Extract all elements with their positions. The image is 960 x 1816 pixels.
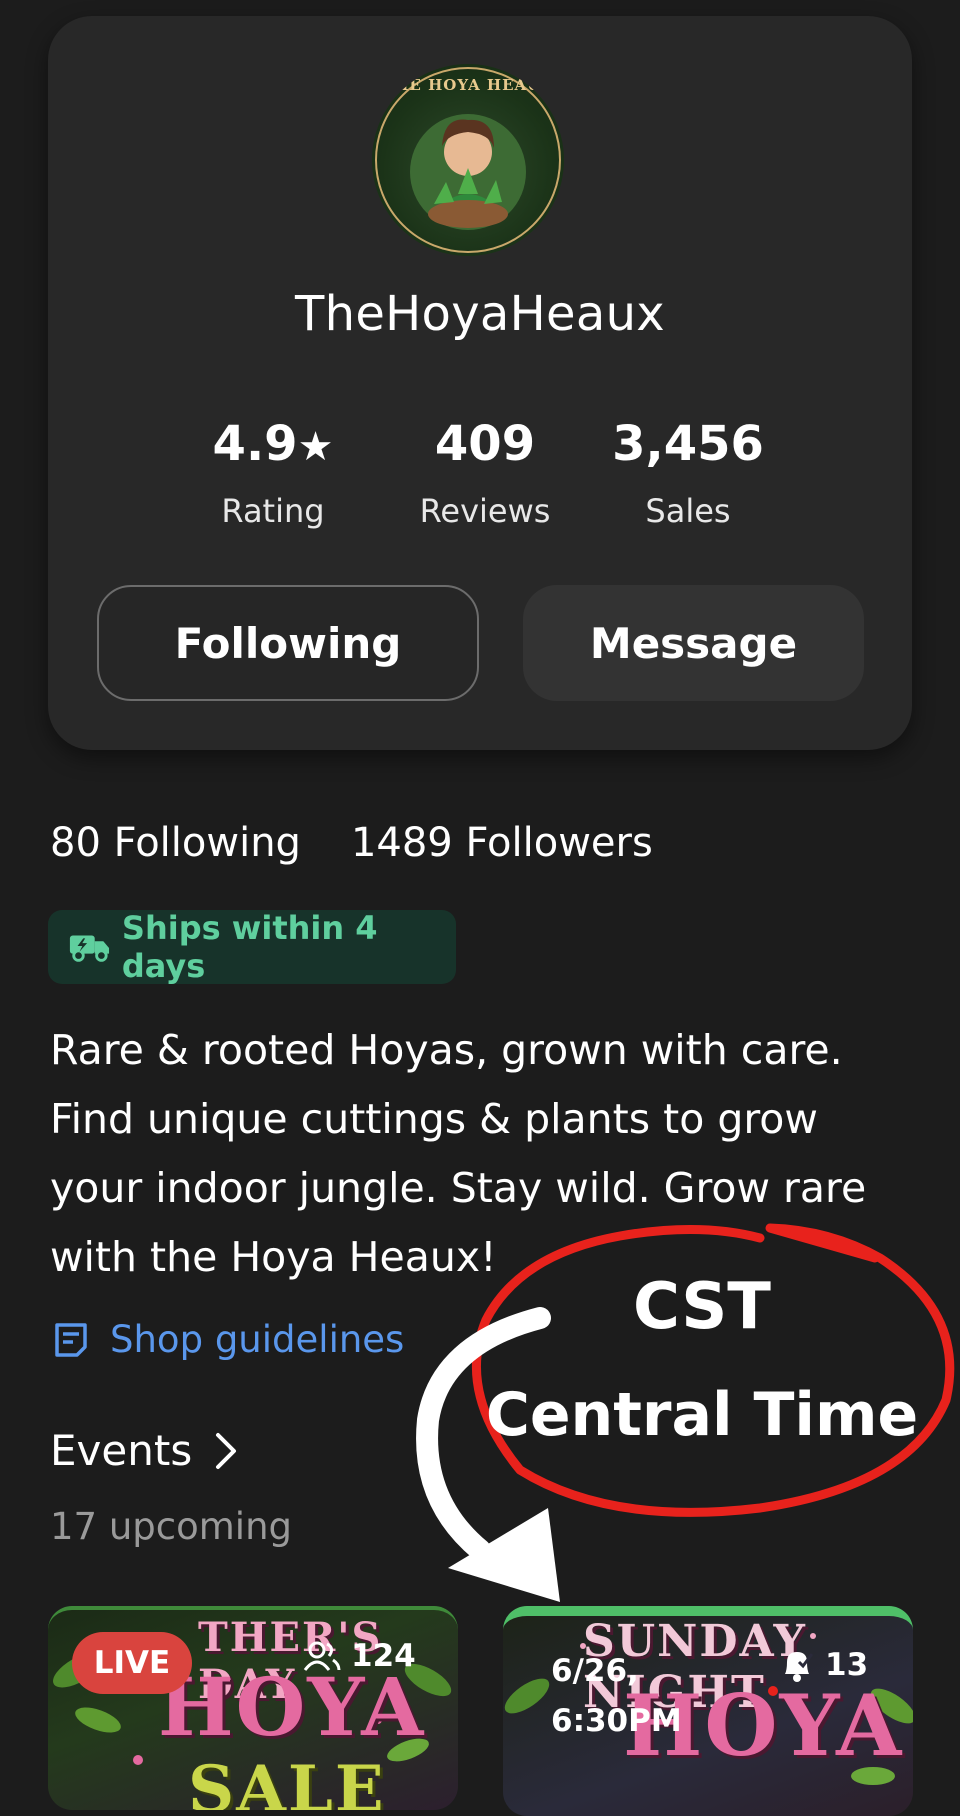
rating-label: Rating — [221, 492, 325, 530]
annotation-central-time: Central Time — [485, 1380, 919, 1450]
shipping-badge-label: Ships within 4 days — [121, 909, 378, 985]
message-button[interactable]: Message — [523, 585, 864, 701]
bio-line: Find unique cuttings & plants to grow — [50, 1095, 818, 1143]
bio-line: your indoor jungle. Stay wild. Grow rare — [50, 1164, 867, 1212]
sales-label: Sales — [645, 492, 731, 530]
following-button[interactable]: Following — [97, 585, 479, 701]
people-icon — [303, 1641, 341, 1671]
following-count-link[interactable]: 80 Following — [50, 820, 301, 866]
avatar-logo-text: THE HOYA HEAUX — [382, 76, 554, 94]
event-card-live[interactable]: THER'S DAY HOYA SALE LIVE 124 — [48, 1606, 458, 1810]
rating-value-row: 4.9★ — [198, 420, 348, 468]
event-card-upcoming[interactable]: SUNDAY NIGHT HOYA 6/26, 6:30PM 13 — [503, 1606, 913, 1816]
sales-value: 3,456 — [612, 416, 764, 472]
event-time: 6:30PM — [551, 1703, 682, 1739]
reminder-count[interactable]: 13 — [779, 1646, 868, 1684]
shipping-badge: Ships within 4 days — [48, 909, 456, 985]
annotation-cst: CST — [633, 1270, 771, 1344]
rating-value: 4.9 — [212, 416, 298, 472]
bio-line: Rare & rooted Hoyas, grown with care. — [50, 1026, 843, 1074]
events-header[interactable]: Events — [50, 1426, 240, 1475]
reminder-count-value: 13 — [825, 1647, 869, 1683]
star-icon: ★ — [297, 424, 334, 470]
event-art-subtitle: SALE — [188, 1752, 386, 1810]
bell-check-icon — [785, 1652, 814, 1682]
arrow-head-icon — [448, 1508, 560, 1602]
reviews-value: 409 — [434, 416, 536, 472]
event-datetime: 6/26, 6:30PM — [551, 1646, 682, 1746]
reviews-stat[interactable]: 409 Reviews — [410, 420, 560, 530]
followers-count-link[interactable]: 1489 Followers — [351, 820, 653, 866]
event-date: 6/26, — [551, 1653, 639, 1689]
events-upcoming-count: 17 upcoming — [50, 1505, 293, 1548]
shop-bio: Rare & rooted Hoyas, grown with care. Fi… — [50, 1016, 930, 1292]
rating-stat[interactable]: 4.9★ Rating — [198, 420, 348, 530]
viewer-count-value: 124 — [351, 1638, 416, 1674]
reviews-label: Reviews — [419, 492, 551, 530]
event-art-headline: HOYA — [158, 1660, 426, 1754]
shop-avatar[interactable]: THE HOYA HEAUX — [372, 64, 564, 256]
follow-counts: 80 Following 1489 Followers — [50, 820, 703, 866]
document-icon — [55, 1322, 87, 1357]
live-badge: LIVE — [72, 1632, 192, 1694]
sales-stat: 3,456 Sales — [608, 420, 768, 530]
viewer-count: 124 — [303, 1638, 416, 1674]
shop-name: TheHoyaHeaux — [294, 286, 666, 342]
events-title: Events — [50, 1426, 193, 1475]
truck-fast-icon — [69, 935, 110, 962]
